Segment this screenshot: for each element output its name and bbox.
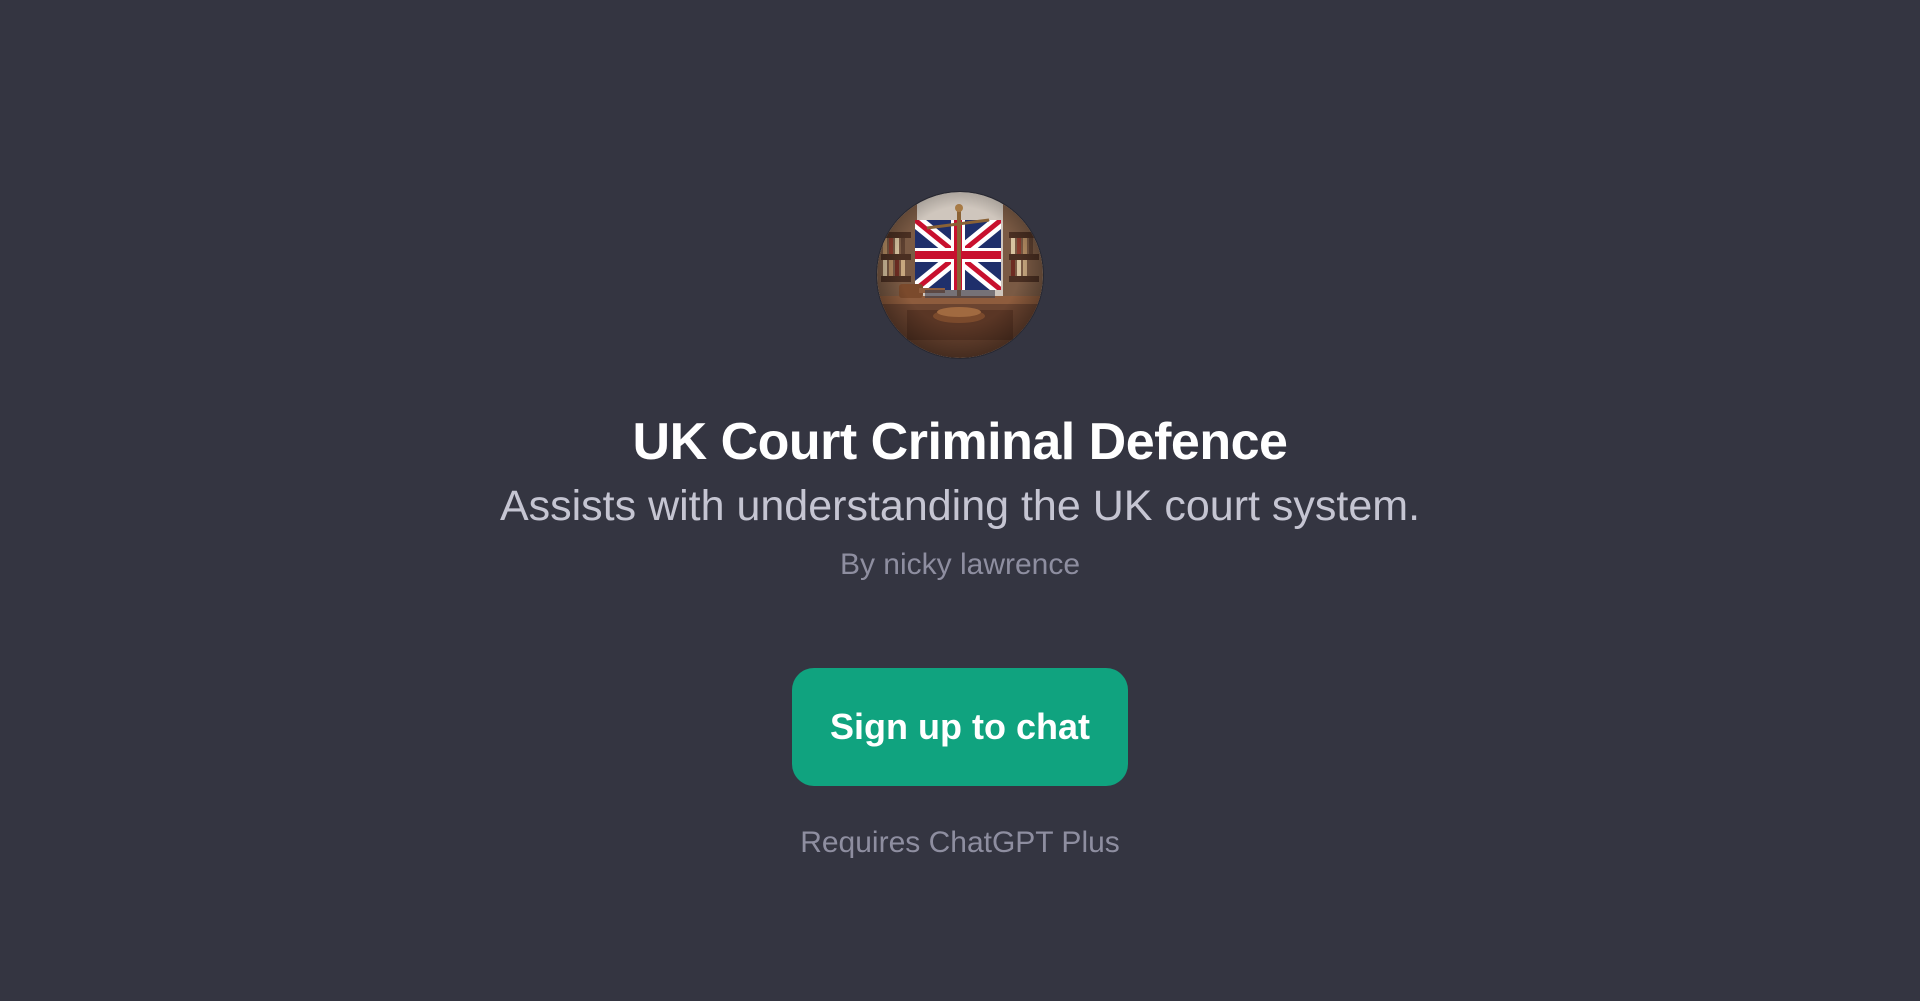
gpt-description: Assists with understanding the UK court … [499, 482, 1421, 530]
gpt-author: By nicky lawrence [839, 548, 1081, 581]
sign-up-to-chat-button[interactable]: Sign up to chat [792, 668, 1128, 786]
uk-court-flag-gavel-icon [877, 192, 1043, 358]
gpt-landing-page: UK Court Criminal Defence Assists with u… [0, 0, 1920, 1001]
gpt-avatar-image [877, 192, 1043, 358]
gpt-title: UK Court Criminal Defence [632, 413, 1288, 471]
requirement-note: Requires ChatGPT Plus [800, 826, 1120, 859]
